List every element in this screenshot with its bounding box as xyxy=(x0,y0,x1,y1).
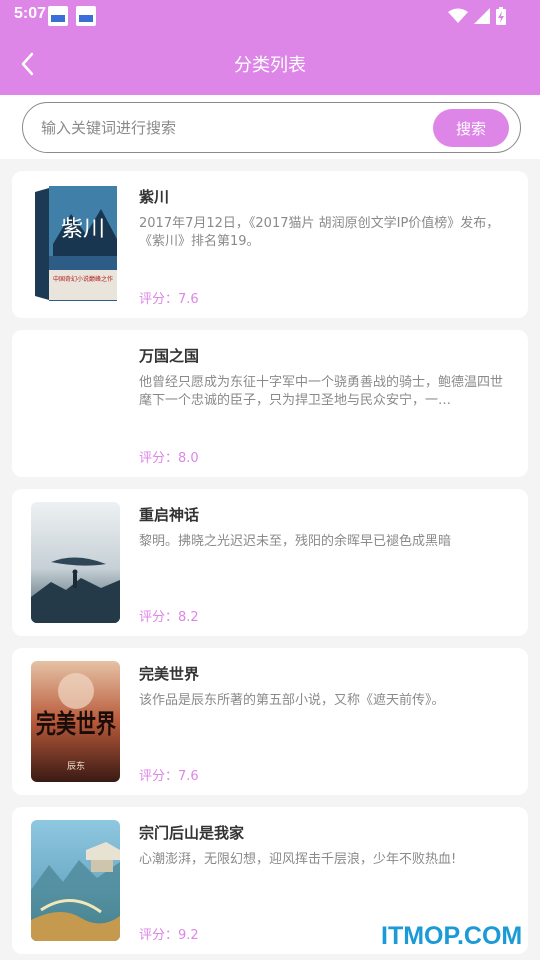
book-card[interactable]: 万国之国 他曾经只愿成为东征十字军中一个骁勇善战的骑士，鲍德温四世麾下一个忠诚的… xyxy=(12,330,528,477)
search-input[interactable] xyxy=(41,115,421,141)
book-description: 心潮澎湃，无限幻想，迎风挥击千层浪，少年不败热血! xyxy=(139,852,457,867)
wanmei-cover-title: 完美世界 xyxy=(36,709,116,740)
rating-value: 8.2 xyxy=(178,610,199,625)
book-card[interactable]: 紫川 中国奇幻小说巅峰之作 紫川 2017年7月12日，《2017猫片 胡润原创… xyxy=(12,171,528,318)
book-rating: 评分：8.2 xyxy=(139,606,199,625)
zongmen-cover-image xyxy=(31,820,120,941)
book-description: 该作品是辰东所著的第五部小说，又称《遮天前传》。 xyxy=(139,693,445,708)
app-notification-icon xyxy=(48,6,68,26)
wifi-icon xyxy=(448,8,468,23)
watermark-logo: ITMOP.COM xyxy=(381,922,523,950)
book-title: 宗门后山是我家 xyxy=(139,824,245,842)
rating-value: 7.6 xyxy=(178,769,199,784)
wanmei-cover-author: 辰东 xyxy=(67,760,85,772)
book-card[interactable]: 重启神话 黎明。拂晓之光迟迟未至，残阳的余晖早已褪色成黑暗 评分：8.2 xyxy=(12,489,528,636)
wanmei-cover-image: 完美世界 辰东 xyxy=(31,661,120,782)
system-icons xyxy=(448,7,506,25)
book-description: 黎明。拂晓之光迟迟未至，残阳的余晖早已褪色成黑暗 xyxy=(139,534,452,549)
zichuan-cover-title: 紫川 xyxy=(61,217,105,242)
rating-value: 8.0 xyxy=(178,451,199,466)
battery-charging-icon xyxy=(496,7,506,25)
book-list: 紫川 中国奇幻小说巅峰之作 紫川 2017年7月12日，《2017猫片 胡润原创… xyxy=(12,171,528,960)
search-box: 搜索 xyxy=(22,102,521,153)
rating-label: 评分： xyxy=(139,451,179,466)
rating-label: 评分： xyxy=(139,610,179,625)
zichuan-cover-subtitle: 中国奇幻小说巅峰之作 xyxy=(53,275,113,283)
chongqi-cover-image xyxy=(31,502,120,623)
book-rating: 评分：7.6 xyxy=(139,288,199,307)
book-title: 紫川 xyxy=(139,188,170,206)
book-title: 万国之国 xyxy=(139,347,200,365)
rating-value: 7.6 xyxy=(178,292,199,307)
book-rating: 评分：7.6 xyxy=(139,765,199,784)
book-title: 完美世界 xyxy=(139,665,200,683)
rating-label: 评分： xyxy=(139,928,179,943)
page-title: 分类列表 xyxy=(234,55,306,76)
book-rating: 评分：8.0 xyxy=(139,447,199,466)
book-description: 他曾经只愿成为东征十字军中一个骁勇善战的骑士，鲍德温四世麾下一个忠诚的臣子，只为… xyxy=(139,375,504,408)
rating-label: 评分： xyxy=(139,292,179,307)
app-notification-icon xyxy=(76,6,96,26)
book-rating: 评分：9.2 xyxy=(139,924,199,943)
zichuan-cover-image: 紫川 中国奇幻小说巅峰之作 xyxy=(31,184,120,305)
rating-label: 评分： xyxy=(139,769,179,784)
rating-value: 9.2 xyxy=(178,928,199,943)
book-description: 2017年7月12日，《2017猫片 胡润原创文学IP价值榜》发布，《紫川》排名… xyxy=(139,216,500,249)
signal-icon xyxy=(474,8,490,24)
status-bar: 5:07 xyxy=(0,0,540,32)
search-button[interactable]: 搜索 xyxy=(433,109,509,147)
search-area: 搜索 xyxy=(0,95,540,159)
app-header: 分类列表 xyxy=(0,32,540,95)
status-time: 5:07 xyxy=(14,5,47,22)
book-card[interactable]: 完美世界 辰东 完美世界 该作品是辰东所著的第五部小说，又称《遮天前传》。 评分… xyxy=(12,648,528,795)
book-title: 重启神话 xyxy=(139,506,200,524)
